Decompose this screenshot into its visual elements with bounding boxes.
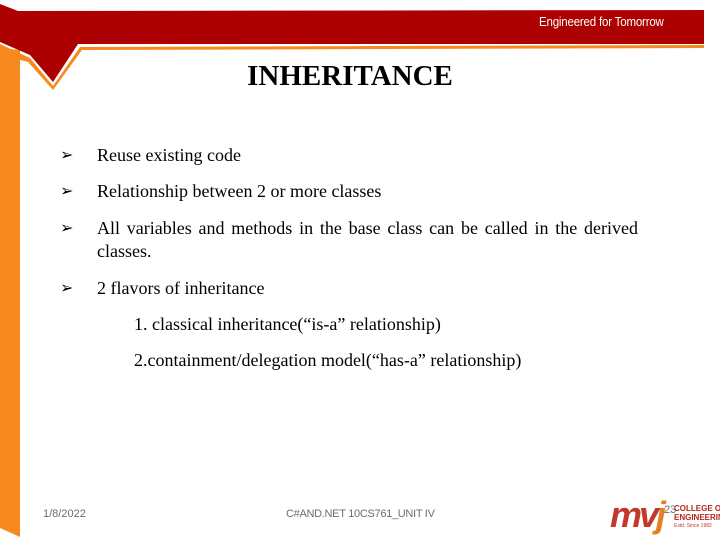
header-tagline: Engineered for Tomorrow (539, 15, 664, 29)
bullet-text: 2 flavors of inheritance (97, 278, 265, 298)
logo-mark-mv: mv (610, 494, 659, 535)
bullet-text: Reuse existing code (97, 145, 241, 165)
slide-title-text: INHERITANCE (247, 60, 453, 92)
logo-line1: COLLEGE OF (674, 504, 720, 513)
left-orange-bar (0, 48, 20, 537)
bullet-item: ➢ Relationship between 2 or more classes (60, 180, 638, 203)
arrow-bullet-icon: ➢ (60, 183, 74, 200)
arrow-bullet-icon: ➢ (60, 147, 74, 164)
bullet-text: All variables and methods in the base cl… (97, 218, 638, 261)
page-number: 23 (664, 504, 677, 516)
logo-mark-j: j (656, 494, 666, 535)
bullet-text: Relationship between 2 or more classes (97, 181, 382, 201)
slide-title: INHERITANCE (0, 60, 700, 93)
arrow-bullet-icon: ➢ (60, 220, 74, 237)
logo-text: COLLEGE OF ENGINEERING (674, 504, 720, 522)
bullet-item: ➢ Reuse existing code (60, 144, 638, 167)
logo-line2: ENGINEERING (674, 513, 720, 522)
bullet-item: ➢ All variables and methods in the base … (60, 217, 638, 263)
logo-line3: Estd. Since 1982 (674, 523, 712, 529)
arrow-bullet-icon: ➢ (60, 280, 74, 297)
logo-mark: mvj (610, 494, 666, 536)
footer-course: C#AND.NET 10CS761_UNIT IV (286, 508, 435, 520)
sub-item: 2.containment/delegation model(“has-a” r… (134, 350, 522, 370)
bullet-item: ➢ 2 flavors of inheritance (60, 277, 638, 300)
footer-date: 1/8/2022 (43, 508, 86, 520)
sub-item: 1. classical inheritance(“is-a” relation… (134, 314, 441, 334)
